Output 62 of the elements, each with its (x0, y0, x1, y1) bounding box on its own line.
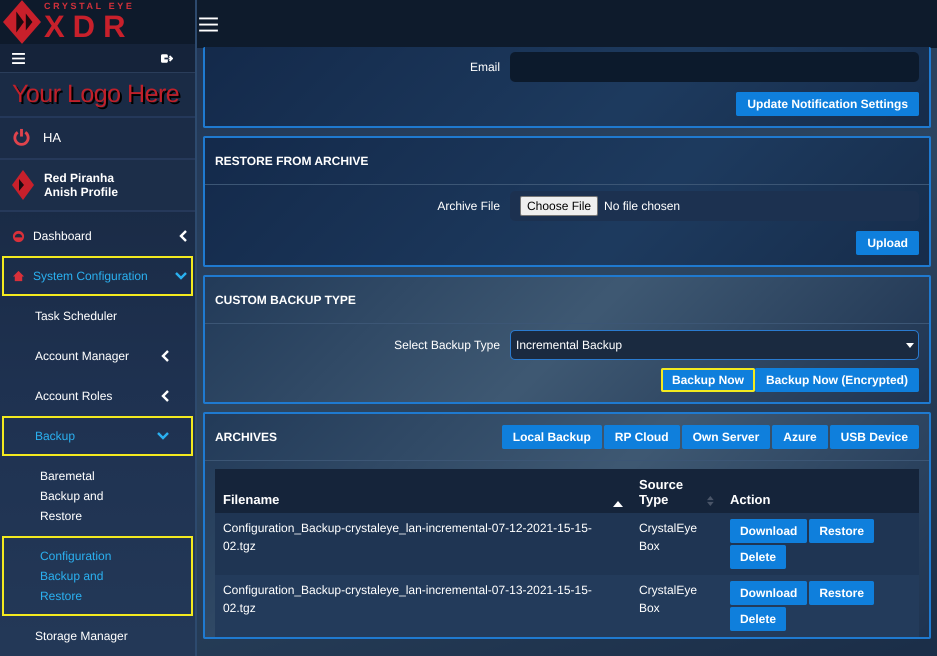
ha-label: HA (43, 130, 62, 146)
field-label: Archive File (436, 199, 500, 213)
nav-item[interactable]: Storage Manager (8, 618, 187, 654)
card-title: RESTORE FROM ARCHIVE (215, 154, 368, 168)
backup-button[interactable]: Backup Now (660, 368, 755, 392)
nav-item[interactable]: Task Scheduler (8, 298, 187, 334)
destination-button[interactable]: Own Server (682, 425, 770, 449)
nav-item[interactable]: Account Roles (8, 378, 187, 414)
action-button[interactable]: Restore (809, 519, 874, 543)
action-button[interactable]: Restore (809, 581, 874, 605)
column-header[interactable]: Filename (223, 492, 280, 507)
nav-item[interactable]: Dashboard (8, 218, 187, 254)
chevron-down-icon (175, 272, 187, 280)
field-label: Email (468, 60, 500, 74)
destination-button[interactable]: Azure (772, 425, 828, 449)
chevron-left-icon (161, 390, 169, 402)
destination-button[interactable]: RP Cloud (604, 425, 680, 449)
brand-tagline: CRYSTAL EYE (44, 2, 134, 12)
sign-out-icon[interactable] (161, 52, 173, 64)
nav-item[interactable]: Account Manager (8, 338, 187, 374)
menu-icon[interactable] (199, 16, 218, 32)
destination-button[interactable]: Local Backup (502, 425, 602, 449)
upload-button[interactable]: Upload (856, 231, 919, 255)
menu-icon[interactable] (12, 52, 25, 64)
profile-subtitle: Anish Profile (44, 185, 118, 200)
brand-name: XDR (44, 11, 134, 42)
custom-logo-text: Your Logo Here (12, 80, 180, 109)
table-cell: CrystalEye Box (631, 575, 722, 637)
backup-button[interactable]: Backup Now (Encrypted) (754, 368, 919, 392)
action-button[interactable]: Delete (730, 545, 786, 569)
destination-button[interactable]: USB Device (830, 425, 919, 449)
chevron-left-icon (161, 350, 169, 362)
column-header: Action (730, 492, 770, 507)
chevron-down-icon (157, 432, 169, 440)
diamond-avatar-icon (12, 170, 34, 200)
profile-name: Red Piranha (44, 170, 116, 186)
action-button[interactable]: Download (730, 519, 808, 543)
home-icon (12, 270, 25, 282)
table-cell: CrystalEye Box (631, 513, 722, 575)
action-button[interactable]: Delete (730, 607, 786, 631)
field-label: Select Backup Type (393, 338, 500, 352)
chevron-left-icon (179, 230, 187, 242)
nav-item[interactable]: Configuration Backup and Restore (8, 538, 187, 614)
choose-file-button[interactable]: Choose File (520, 196, 598, 216)
update-button[interactable]: Update Notification Settings (736, 92, 919, 116)
power-icon[interactable] (12, 128, 31, 148)
card-title: ARCHIVES (215, 430, 278, 444)
dropdown-caret-icon (906, 342, 914, 348)
card-title: CUSTOM BACKUP TYPE (215, 293, 356, 307)
file-status: No file chosen (604, 199, 680, 213)
diamond-logo-icon (3, 0, 41, 44)
nav-item[interactable]: Backup (8, 418, 187, 454)
sort-ascending-icon (613, 501, 623, 507)
backup-type-select[interactable]: Incremental Backup (510, 330, 919, 360)
table-cell: Configuration_Backup-crystaleye_lan-incremental-07-12-2021-15-15-02.tgz (215, 513, 631, 575)
email-field[interactable] (510, 52, 919, 82)
nav-item[interactable]: System Configuration (8, 258, 187, 294)
table-cell: Configuration_Backup-crystaleye_lan-incremental-07-13-2021-15-15-02.tgz (215, 575, 631, 637)
sort-icon (707, 495, 714, 507)
nav-item[interactable]: Baremetal Backup and Restore (8, 458, 187, 534)
action-button[interactable]: Download (730, 581, 808, 605)
gauge-icon (12, 230, 25, 242)
